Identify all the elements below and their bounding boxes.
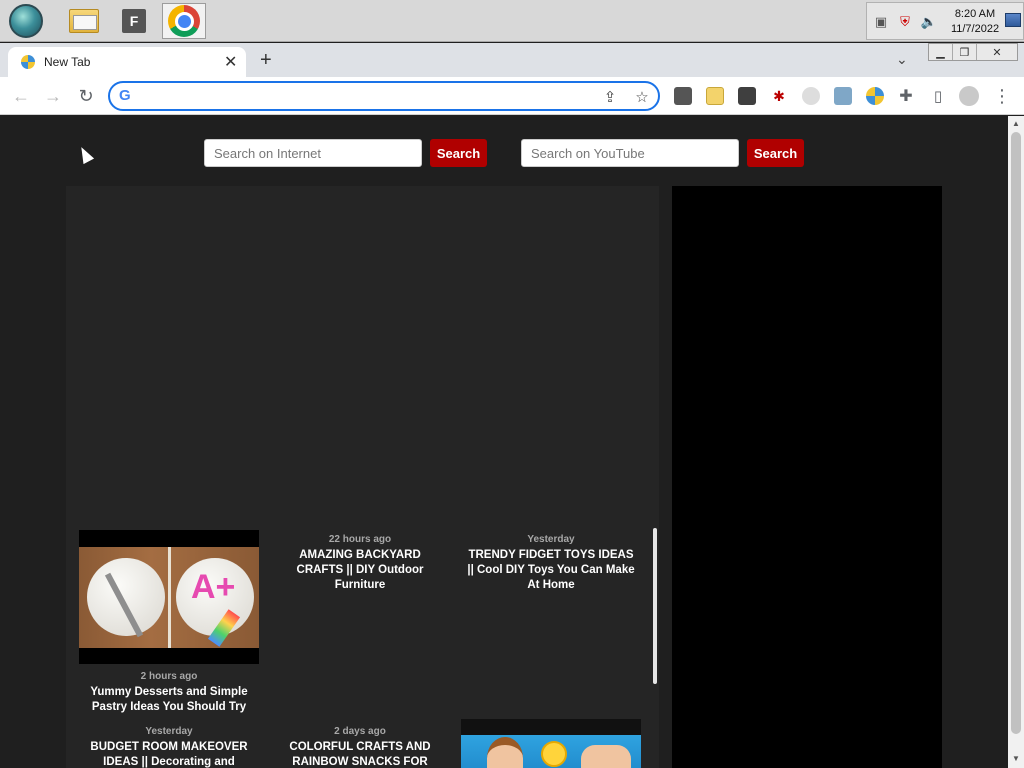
feed-scrollbar[interactable]	[653, 528, 657, 684]
side-panel-icon[interactable]: ▯	[927, 85, 949, 107]
video-card[interactable]: Yesterday BUDGET ROOM MAKEOVER IDEAS || …	[78, 719, 260, 768]
video-time: Yesterday	[145, 726, 193, 737]
extension-3-icon[interactable]	[738, 87, 756, 105]
youtube-search-button[interactable]: Search	[747, 139, 804, 167]
face-extension-icon[interactable]	[802, 87, 820, 105]
page-scrollbar[interactable]: ▲ ▼	[1008, 116, 1024, 768]
menu-kebab-icon[interactable]: ⋮	[991, 85, 1013, 107]
minimize-button[interactable]: ▁	[929, 44, 953, 60]
start-orb-icon	[9, 4, 43, 38]
tab-new-tab[interactable]: New Tab ✕	[8, 47, 246, 77]
folder-icon	[69, 9, 99, 33]
extensions-puzzle-icon[interactable]: ✚	[895, 85, 917, 107]
page-content: Search Search A+ 2 hours ago Yummy Desse…	[0, 116, 1008, 768]
start-button[interactable]	[6, 3, 46, 39]
bug-extension-icon[interactable]: ✱	[770, 87, 788, 105]
video-title[interactable]: TRENDY FIDGET TOYS IDEAS || Cool DIY Toy…	[460, 548, 642, 593]
youtube-search-input[interactable]	[521, 139, 739, 167]
profile-avatar-icon[interactable]	[958, 85, 980, 107]
video-time: Yesterday	[527, 534, 575, 545]
a-plus-graphic: A+	[191, 568, 236, 606]
taskbar-explorer[interactable]	[64, 3, 104, 39]
volume-icon[interactable]: 🔈	[921, 14, 937, 30]
browser-toolbar: ← → ↻ G ⇪ ☆ ✱ ✚ ▯ ⋮	[0, 77, 1024, 115]
taskbar: F ▣ ⛨ 🔈 8:20 AM 11/7/2022	[0, 0, 1024, 42]
clock[interactable]: 8:20 AM 11/7/2022	[947, 7, 1003, 37]
video-title[interactable]: Yummy Desserts and Simple Pastry Ideas Y…	[78, 685, 260, 715]
scroll-down-arrow-icon[interactable]: ▼	[1011, 754, 1021, 763]
video-time: 2 days ago	[334, 726, 386, 737]
bookmark-star-icon[interactable]: ☆	[632, 87, 652, 107]
google-g-icon: G	[119, 87, 131, 104]
clock-time: 8:20 AM	[954, 8, 996, 20]
omnibox-input[interactable]	[144, 87, 584, 107]
share-icon[interactable]: ⇪	[600, 87, 620, 107]
address-bar[interactable]: G ⇪ ☆	[108, 81, 660, 111]
system-tray: ▣ ⛨ 🔈 8:20 AM 11/7/2022	[866, 2, 1024, 40]
extension-2-icon[interactable]	[706, 87, 724, 105]
video-title[interactable]: AMAZING BACKYARD CRAFTS || DIY Outdoor F…	[269, 548, 451, 593]
video-time: 22 hours ago	[328, 534, 392, 545]
taskbar-f-app[interactable]: F	[114, 3, 154, 39]
tab-title: New Tab	[44, 55, 91, 69]
extension-7-icon[interactable]	[866, 87, 884, 105]
chrome-icon	[168, 5, 200, 37]
security-alert-icon[interactable]: ⛨	[897, 14, 913, 30]
close-window-button[interactable]: ✕	[977, 44, 1017, 60]
show-desktop-button[interactable]	[1005, 13, 1021, 27]
window-controls: ▁ ❐ ✕	[928, 43, 1018, 61]
tab-search-chevron-icon[interactable]: ⌄	[896, 51, 908, 68]
reload-icon[interactable]: ↻	[75, 85, 97, 107]
video-time: 2 hours ago	[140, 671, 198, 682]
scrollbar-thumb[interactable]	[1011, 132, 1021, 734]
video-card[interactable]: A+ 2 hours ago Yummy Desserts and Simple…	[78, 530, 260, 715]
f-app-icon: F	[122, 9, 146, 33]
tab-favicon-icon	[21, 55, 35, 69]
taskbar-chrome[interactable]	[162, 3, 206, 39]
network-icon[interactable]: ▣	[873, 14, 889, 30]
video-card[interactable]: 22 hours ago AMAZING BACKYARD CRAFTS || …	[269, 529, 451, 593]
video-title[interactable]: BUDGET ROOM MAKEOVER IDEAS || Decorating…	[78, 740, 260, 768]
mouse-cursor	[76, 144, 95, 165]
scroll-up-arrow-icon[interactable]: ▲	[1011, 119, 1021, 128]
back-arrow-icon[interactable]: ←	[10, 85, 32, 107]
internet-search-input[interactable]	[204, 139, 422, 167]
tab-close-icon[interactable]: ✕	[224, 52, 237, 72]
new-tab-button[interactable]: +	[260, 49, 272, 72]
video-thumbnail[interactable]	[461, 719, 641, 768]
video-title[interactable]: COLORFUL CRAFTS AND RAINBOW SNACKS FOR	[269, 740, 451, 768]
tab-strip: New Tab ✕ + ⌄ ▁ ❐ ✕	[0, 43, 1024, 77]
clock-date: 11/7/2022	[950, 23, 1000, 35]
sidebar-panel	[672, 186, 942, 768]
video-card[interactable]: 2 days ago COLORFUL CRAFTS AND RAINBOW S…	[269, 719, 451, 768]
video-card[interactable]	[460, 719, 642, 768]
video-card[interactable]: Yesterday TRENDY FIDGET TOYS IDEAS || Co…	[460, 529, 642, 593]
video-thumbnail[interactable]: A+	[79, 530, 259, 664]
restore-button[interactable]: ❐	[953, 44, 977, 60]
forward-arrow-icon[interactable]: →	[42, 85, 64, 107]
extension-1-icon[interactable]	[674, 87, 692, 105]
extension-6-icon[interactable]	[834, 87, 852, 105]
internet-search-button[interactable]: Search	[430, 139, 487, 167]
